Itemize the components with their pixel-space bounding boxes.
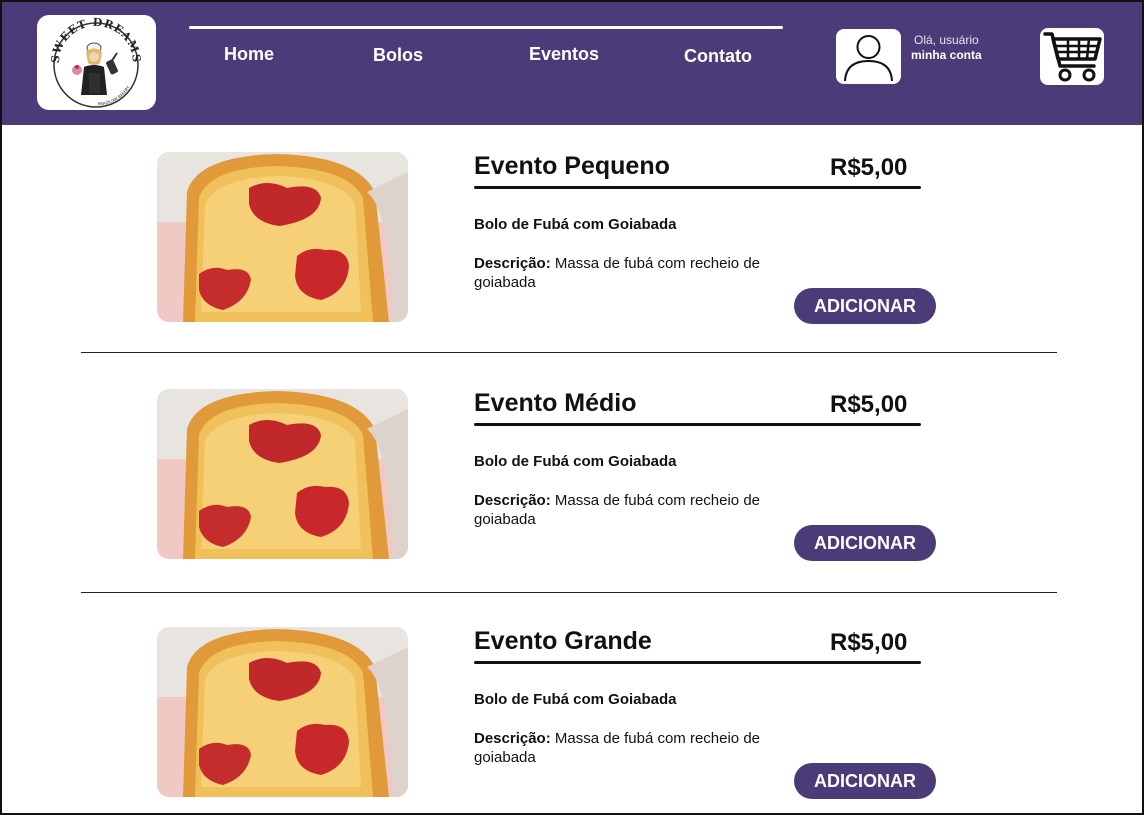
- product-card: Evento Médio R$5,00 Bolo de Fubá com Goi…: [2, 389, 1142, 589]
- add-to-cart-button[interactable]: ADICIONAR: [794, 763, 936, 799]
- logo-badge: SWEET DREAMS BRAZILIAN BAKERY: [49, 16, 142, 108]
- product-price: R$5,00: [830, 154, 908, 181]
- nav-home[interactable]: Home: [224, 44, 274, 65]
- product-card: Evento Grande R$5,00 Bolo de Fubá com Go…: [2, 627, 1142, 813]
- product-name: Bolo de Fubá com Goiabada: [474, 216, 677, 233]
- nav-bolos[interactable]: Bolos: [373, 45, 423, 66]
- user-icon: [844, 35, 893, 82]
- section-divider: [81, 592, 1057, 593]
- cake-image: [157, 627, 408, 797]
- cake-image: [157, 389, 408, 559]
- account-menu: Olá, usuário minha conta: [911, 33, 982, 63]
- add-to-cart-button[interactable]: ADICIONAR: [794, 288, 936, 324]
- title-underline: [474, 661, 921, 664]
- product-description: Descrição: Massa de fubá com recheio de …: [474, 729, 804, 767]
- title-underline: [474, 423, 921, 426]
- user-avatar[interactable]: [836, 29, 901, 84]
- product-image: [157, 152, 408, 322]
- nav-eventos[interactable]: Eventos: [529, 44, 599, 65]
- product-title: Evento Grande: [474, 627, 652, 655]
- cake-image: [157, 152, 408, 322]
- section-divider: [81, 352, 1057, 353]
- nav-contato[interactable]: Contato: [684, 46, 752, 67]
- product-name: Bolo de Fubá com Goiabada: [474, 453, 677, 470]
- cart-button[interactable]: [1040, 28, 1104, 85]
- site-header: SWEET DREAMS BRAZILIAN BAKERY Home Bolos…: [2, 2, 1142, 125]
- product-card: Evento Pequeno R$5,00 Bolo de Fubá com G…: [2, 152, 1142, 352]
- description-label: Descrição:: [474, 730, 551, 747]
- product-image: [157, 389, 408, 559]
- product-title: Evento Médio: [474, 389, 637, 417]
- product-price: R$5,00: [830, 391, 908, 418]
- product-description: Descrição: Massa de fubá com recheio de …: [474, 254, 804, 292]
- product-title: Evento Pequeno: [474, 152, 670, 180]
- my-account-link[interactable]: minha conta: [911, 48, 982, 63]
- add-to-cart-button[interactable]: ADICIONAR: [794, 525, 936, 561]
- description-label: Descrição:: [474, 492, 551, 509]
- brand-logo[interactable]: SWEET DREAMS BRAZILIAN BAKERY: [37, 15, 156, 110]
- product-image: [157, 627, 408, 797]
- nav-divider: [189, 26, 783, 29]
- product-name: Bolo de Fubá com Goiabada: [474, 691, 677, 708]
- description-label: Descrição:: [474, 255, 551, 272]
- page: SWEET DREAMS BRAZILIAN BAKERY Home Bolos…: [0, 0, 1144, 815]
- title-underline: [474, 186, 921, 189]
- product-description: Descrição: Massa de fubá com recheio de …: [474, 491, 804, 529]
- cart-icon: [1043, 32, 1102, 82]
- product-price: R$5,00: [830, 629, 908, 656]
- account-greeting: Olá, usuário: [913, 33, 979, 47]
